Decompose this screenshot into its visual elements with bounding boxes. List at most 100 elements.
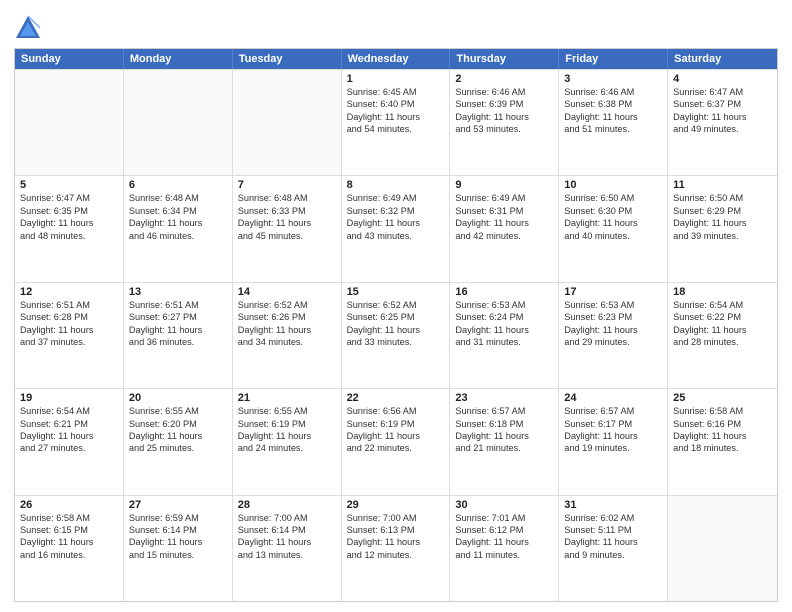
cell-info-line: Sunset: 6:21 PM (20, 418, 118, 430)
cell-info-line: Sunrise: 6:55 AM (129, 405, 227, 417)
cell-info-line: Sunset: 6:12 PM (455, 524, 553, 536)
cell-info-line: Sunrise: 6:48 AM (238, 192, 336, 204)
calendar-cell-day-19: 19Sunrise: 6:54 AMSunset: 6:21 PMDayligh… (15, 389, 124, 494)
day-number: 11 (673, 179, 772, 191)
cell-info-line: Daylight: 11 hours (455, 536, 553, 548)
cell-info-line: Daylight: 11 hours (347, 430, 445, 442)
cell-info-line: and 12 minutes. (347, 549, 445, 561)
cell-info-line: Sunset: 6:15 PM (20, 524, 118, 536)
cell-info-line: Daylight: 11 hours (347, 536, 445, 548)
cell-info-line: and 49 minutes. (673, 123, 772, 135)
cell-info-line: Sunset: 6:31 PM (455, 205, 553, 217)
calendar-cell-day-23: 23Sunrise: 6:57 AMSunset: 6:18 PMDayligh… (450, 389, 559, 494)
cell-info-line: Daylight: 11 hours (564, 324, 662, 336)
weekday-header-sunday: Sunday (15, 49, 124, 69)
cell-info-line: and 46 minutes. (129, 230, 227, 242)
day-number: 19 (20, 392, 118, 404)
cell-info-line: and 28 minutes. (673, 336, 772, 348)
cell-info-line: Daylight: 11 hours (20, 217, 118, 229)
cell-info-line: Sunset: 6:32 PM (347, 205, 445, 217)
cell-info-line: and 36 minutes. (129, 336, 227, 348)
cell-info-line: and 16 minutes. (20, 549, 118, 561)
cell-info-line: Sunset: 6:26 PM (238, 311, 336, 323)
cell-info-line: Daylight: 11 hours (20, 430, 118, 442)
cell-info-line: Sunrise: 6:47 AM (673, 86, 772, 98)
calendar-cell-day-16: 16Sunrise: 6:53 AMSunset: 6:24 PMDayligh… (450, 283, 559, 388)
cell-info-line: Sunrise: 6:46 AM (455, 86, 553, 98)
calendar-cell-day-18: 18Sunrise: 6:54 AMSunset: 6:22 PMDayligh… (668, 283, 777, 388)
cell-info-line: Sunrise: 6:58 AM (20, 512, 118, 524)
cell-info-line: and 19 minutes. (564, 442, 662, 454)
calendar-cell-day-14: 14Sunrise: 6:52 AMSunset: 6:26 PMDayligh… (233, 283, 342, 388)
cell-info-line: Sunrise: 6:52 AM (238, 299, 336, 311)
cell-info-line: Sunset: 6:38 PM (564, 98, 662, 110)
calendar-cell-day-21: 21Sunrise: 6:55 AMSunset: 6:19 PMDayligh… (233, 389, 342, 494)
cell-info-line: Sunset: 6:27 PM (129, 311, 227, 323)
calendar-cell-day-31: 31Sunrise: 6:02 AMSunset: 5:11 PMDayligh… (559, 496, 668, 601)
weekday-header-monday: Monday (124, 49, 233, 69)
calendar-cell-day-24: 24Sunrise: 6:57 AMSunset: 6:17 PMDayligh… (559, 389, 668, 494)
cell-info-line: Sunrise: 6:02 AM (564, 512, 662, 524)
day-number: 14 (238, 286, 336, 298)
cell-info-line: Daylight: 11 hours (347, 217, 445, 229)
cell-info-line: Daylight: 11 hours (673, 324, 772, 336)
calendar-body: 1Sunrise: 6:45 AMSunset: 6:40 PMDaylight… (15, 69, 777, 601)
page: SundayMondayTuesdayWednesdayThursdayFrid… (0, 0, 792, 612)
cell-info-line: Sunset: 6:30 PM (564, 205, 662, 217)
header (14, 10, 778, 42)
day-number: 22 (347, 392, 445, 404)
cell-info-line: Sunset: 6:28 PM (20, 311, 118, 323)
cell-info-line: and 21 minutes. (455, 442, 553, 454)
cell-info-line: and 34 minutes. (238, 336, 336, 348)
calendar-cell-day-12: 12Sunrise: 6:51 AMSunset: 6:28 PMDayligh… (15, 283, 124, 388)
cell-info-line: Daylight: 11 hours (347, 111, 445, 123)
calendar-cell-day-9: 9Sunrise: 6:49 AMSunset: 6:31 PMDaylight… (450, 176, 559, 281)
cell-info-line: Daylight: 11 hours (673, 111, 772, 123)
weekday-header-thursday: Thursday (450, 49, 559, 69)
calendar-cell-empty (124, 70, 233, 175)
calendar-cell-day-7: 7Sunrise: 6:48 AMSunset: 6:33 PMDaylight… (233, 176, 342, 281)
cell-info-line: Sunrise: 6:49 AM (455, 192, 553, 204)
cell-info-line: Sunset: 6:13 PM (347, 524, 445, 536)
cell-info-line: Sunrise: 6:54 AM (673, 299, 772, 311)
cell-info-line: Sunrise: 6:51 AM (129, 299, 227, 311)
cell-info-line: and 27 minutes. (20, 442, 118, 454)
cell-info-line: Sunrise: 6:57 AM (564, 405, 662, 417)
cell-info-line: Sunset: 6:17 PM (564, 418, 662, 430)
cell-info-line: Sunset: 6:23 PM (564, 311, 662, 323)
cell-info-line: Sunrise: 6:57 AM (455, 405, 553, 417)
cell-info-line: Daylight: 11 hours (455, 324, 553, 336)
day-number: 4 (673, 73, 772, 85)
calendar-cell-day-22: 22Sunrise: 6:56 AMSunset: 6:19 PMDayligh… (342, 389, 451, 494)
cell-info-line: Sunrise: 6:52 AM (347, 299, 445, 311)
calendar-cell-day-15: 15Sunrise: 6:52 AMSunset: 6:25 PMDayligh… (342, 283, 451, 388)
calendar-cell-day-5: 5Sunrise: 6:47 AMSunset: 6:35 PMDaylight… (15, 176, 124, 281)
cell-info-line: Daylight: 11 hours (564, 430, 662, 442)
cell-info-line: Sunset: 6:34 PM (129, 205, 227, 217)
cell-info-line: and 15 minutes. (129, 549, 227, 561)
calendar-cell-day-13: 13Sunrise: 6:51 AMSunset: 6:27 PMDayligh… (124, 283, 233, 388)
calendar-row-1: 1Sunrise: 6:45 AMSunset: 6:40 PMDaylight… (15, 69, 777, 175)
day-number: 12 (20, 286, 118, 298)
cell-info-line: Sunset: 6:14 PM (129, 524, 227, 536)
weekday-header-wednesday: Wednesday (342, 49, 451, 69)
cell-info-line: Sunset: 6:29 PM (673, 205, 772, 217)
day-number: 29 (347, 499, 445, 511)
cell-info-line: Sunset: 5:11 PM (564, 524, 662, 536)
cell-info-line: Sunrise: 6:58 AM (673, 405, 772, 417)
cell-info-line: Sunset: 6:19 PM (347, 418, 445, 430)
cell-info-line: Sunrise: 7:00 AM (347, 512, 445, 524)
weekday-header-tuesday: Tuesday (233, 49, 342, 69)
cell-info-line: Daylight: 11 hours (129, 217, 227, 229)
cell-info-line: Daylight: 11 hours (455, 217, 553, 229)
cell-info-line: Sunrise: 6:45 AM (347, 86, 445, 98)
calendar-cell-day-20: 20Sunrise: 6:55 AMSunset: 6:20 PMDayligh… (124, 389, 233, 494)
day-number: 2 (455, 73, 553, 85)
day-number: 6 (129, 179, 227, 191)
calendar-cell-day-28: 28Sunrise: 7:00 AMSunset: 6:14 PMDayligh… (233, 496, 342, 601)
cell-info-line: Daylight: 11 hours (238, 217, 336, 229)
cell-info-line: and 51 minutes. (564, 123, 662, 135)
calendar-cell-day-10: 10Sunrise: 6:50 AMSunset: 6:30 PMDayligh… (559, 176, 668, 281)
cell-info-line: Sunrise: 7:00 AM (238, 512, 336, 524)
cell-info-line: Daylight: 11 hours (20, 536, 118, 548)
